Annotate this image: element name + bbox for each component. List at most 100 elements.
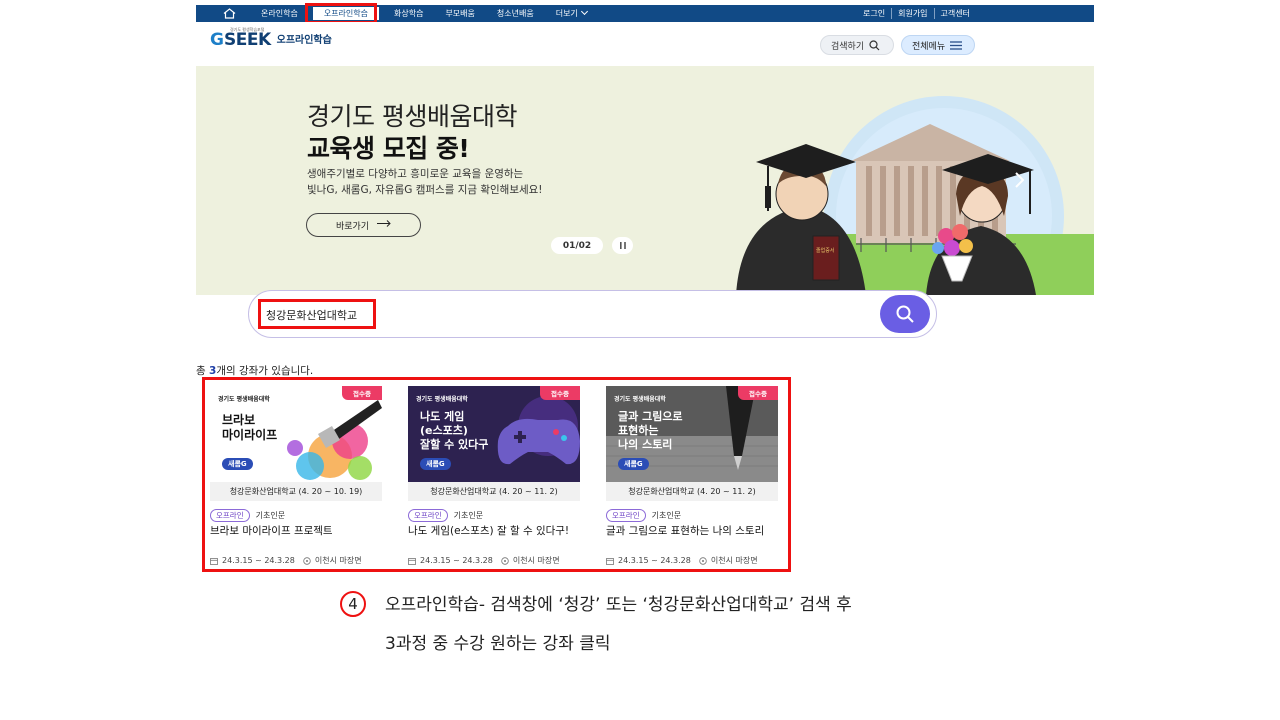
course-location: 이천시 마장면: [501, 555, 560, 566]
course-caption: 청강문화산업대학교 (4. 20 ~ 11. 2): [408, 482, 580, 501]
course-thumbnail[interactable]: 경기도 평생배움대학 브라보 마이라이프 새롬G 접수중: [210, 386, 382, 482]
result-count: 총 3개의 강좌가 있습니다.: [196, 363, 313, 378]
course-period: 24.3.15 ~ 24.3.28: [408, 556, 493, 565]
logo-section-name: 오프라인학습: [276, 35, 332, 46]
course-title[interactable]: 나도 게임(e스포츠) 잘 할 수 있다구!: [408, 525, 580, 553]
thumb-campus-tag: 새롬G: [420, 458, 451, 470]
location-pin-icon: [699, 556, 707, 565]
banner-go-button[interactable]: 바로가기: [306, 213, 421, 237]
course-search-bar: [248, 290, 937, 338]
nav-more[interactable]: 더보기: [545, 5, 598, 22]
site-logo[interactable]: 경기도 평생학습포털 G SEEK 오프라인학습: [210, 27, 332, 50]
course-category: 기초인문: [255, 511, 286, 520]
course-type-tag: 오프라인: [210, 509, 250, 522]
status-badge: 접수중: [738, 386, 778, 400]
nav-youth-learning[interactable]: 청소년배움: [486, 5, 545, 22]
home-icon[interactable]: [223, 8, 236, 19]
course-search-button[interactable]: [880, 295, 930, 333]
nav-online-learning[interactable]: 온라인학습: [250, 5, 309, 22]
calendar-icon: [408, 557, 416, 565]
thumb-title: 브라보 마이라이프: [222, 413, 278, 442]
customer-center-link[interactable]: 고객센터: [933, 8, 976, 19]
course-type-tag: 오프라인: [408, 509, 448, 522]
course-type-tag: 오프라인: [606, 509, 646, 522]
course-title[interactable]: 글과 그림으로 표현하는 나의 스토리: [606, 525, 778, 553]
search-icon: [869, 39, 880, 50]
course-card[interactable]: 경기도 평생배움대학 글과 그림으로 표현하는 나의 스토리 새롬G 접수중 청…: [606, 386, 778, 566]
logo-tagline: 경기도 평생학습포털: [230, 27, 265, 32]
banner-pager: 01/02: [551, 237, 603, 254]
hamburger-icon: [950, 40, 963, 50]
banner-title-line2: 교육생 모집 중!: [307, 134, 470, 163]
status-badge: 접수중: [540, 386, 580, 400]
banner-next-arrow[interactable]: [1004, 162, 1034, 198]
signup-link[interactable]: 회원가입: [891, 8, 933, 19]
arrow-right-icon: [377, 220, 391, 230]
course-meta: 24.3.15 ~ 24.3.28 이천시 마장면: [408, 555, 580, 566]
result-count-prefix: 총: [196, 365, 209, 377]
course-title[interactable]: 브라보 마이라이프 프로젝트: [210, 525, 382, 553]
thumb-title: 글과 그림으로 표현하는 나의 스토리: [618, 410, 683, 451]
course-location-text: 이천시 마장면: [710, 556, 758, 565]
header-search-label: 검색하기: [831, 41, 865, 52]
pause-icon[interactable]: [612, 237, 633, 254]
utility-links: 로그인 회원가입 고객센터: [857, 8, 976, 19]
instruction-line2: 3과정 중 수강 원하는 강좌 클릭: [385, 634, 611, 654]
thumb-program-name: 경기도 평생배움대학: [416, 396, 468, 403]
logo-g: G: [210, 30, 224, 50]
diploma-text: 졸업증서: [816, 247, 834, 254]
thumb-title: 나도 게임 (e스포츠) 잘할 수 있다구: [420, 410, 489, 451]
nav-video-learning[interactable]: 화상학습: [383, 5, 434, 22]
chevron-down-icon: [580, 7, 588, 16]
calendar-icon: [210, 557, 218, 565]
calendar-icon: [606, 557, 614, 565]
thumb-campus-tag: 새롬G: [618, 458, 649, 470]
course-thumbnail[interactable]: 경기도 평생배움대학 나도 게임 (e스포츠) 잘할 수 있다구 새롬G 접수중: [408, 386, 580, 482]
course-card[interactable]: 경기도 평생배움대학 브라보 마이라이프 새롬G 접수중 청강문화산업대학교 (…: [210, 386, 382, 566]
banner-go-label: 바로가기: [335, 221, 370, 232]
course-card[interactable]: 경기도 평생배움대학 나도 게임 (e스포츠) 잘할 수 있다구 새롬G 접수중…: [408, 386, 580, 566]
hero-banner: 경기도 평생배움대학 교육생 모집 중! 생애주기별로 다양하고 흥미로운 교육…: [196, 66, 1094, 295]
course-tags: 오프라인 기초인문: [408, 509, 580, 522]
step-number: 4: [340, 591, 366, 617]
course-period-text: 24.3.15 ~ 24.3.28: [420, 556, 493, 565]
top-nav-bar: 온라인학습 오프라인학습 화상학습 부모배움 청소년배움 더보기 로그인 회원가…: [196, 5, 1094, 22]
nav-more-label: 더보기: [555, 9, 578, 18]
thumb-campus-tag: 새롬G: [222, 458, 253, 470]
all-menu-button[interactable]: 전체메뉴: [901, 35, 975, 55]
course-search-input[interactable]: [266, 306, 866, 324]
header-search-button[interactable]: 검색하기: [820, 35, 894, 55]
result-count-suffix: 개의 강좌가 있습니다.: [216, 365, 314, 377]
nav-offline-learning[interactable]: 오프라인학습: [312, 7, 379, 20]
course-category: 기초인문: [453, 511, 484, 520]
course-meta: 24.3.15 ~ 24.3.28 이천시 마장면: [210, 555, 382, 566]
location-pin-icon: [303, 556, 311, 565]
page: 온라인학습 오프라인학습 화상학습 부모배움 청소년배움 더보기 로그인 회원가…: [0, 0, 1280, 720]
all-menu-label: 전체메뉴: [912, 41, 946, 52]
course-thumbnail[interactable]: 경기도 평생배움대학 글과 그림으로 표현하는 나의 스토리 새롬G 접수중: [606, 386, 778, 482]
location-pin-icon: [501, 556, 509, 565]
login-link[interactable]: 로그인: [857, 8, 891, 19]
nav-parent-learning[interactable]: 부모배움: [434, 5, 485, 22]
thumb-program-name: 경기도 평생배움대학: [614, 396, 666, 403]
course-caption: 청강문화산업대학교 (4. 20 ~ 10. 19): [210, 482, 382, 501]
banner-desc-line2: 빛나G, 새롬G, 자유롭G 캠퍼스를 지금 확인해보세요!: [307, 184, 543, 196]
course-tags: 오프라인 기초인문: [210, 509, 382, 522]
site-header: 경기도 평생학습포털 G SEEK 오프라인학습 검색하기 전체메뉴: [196, 22, 1094, 66]
course-period-text: 24.3.15 ~ 24.3.28: [618, 556, 691, 565]
graduation-illustration: 졸업증서: [736, 96, 1094, 295]
course-location-text: 이천시 마장면: [314, 556, 362, 565]
logo-seek: SEEK: [223, 30, 271, 50]
banner-desc-line1: 생애주기별로 다양하고 흥미로운 교육을 운영하는: [307, 168, 524, 180]
course-period: 24.3.15 ~ 24.3.28: [210, 556, 295, 565]
course-caption: 청강문화산업대학교 (4. 20 ~ 11. 2): [606, 482, 778, 501]
course-location-text: 이천시 마장면: [512, 556, 560, 565]
course-location: 이천시 마장면: [699, 555, 758, 566]
thumb-program-name: 경기도 평생배움대학: [218, 396, 270, 403]
course-meta: 24.3.15 ~ 24.3.28 이천시 마장면: [606, 555, 778, 566]
search-icon: [896, 305, 914, 323]
course-period: 24.3.15 ~ 24.3.28: [606, 556, 691, 565]
course-tags: 오프라인 기초인문: [606, 509, 778, 522]
chevron-right-icon: [1015, 172, 1024, 188]
banner-title-line1: 경기도 평생배움대학: [307, 102, 517, 131]
